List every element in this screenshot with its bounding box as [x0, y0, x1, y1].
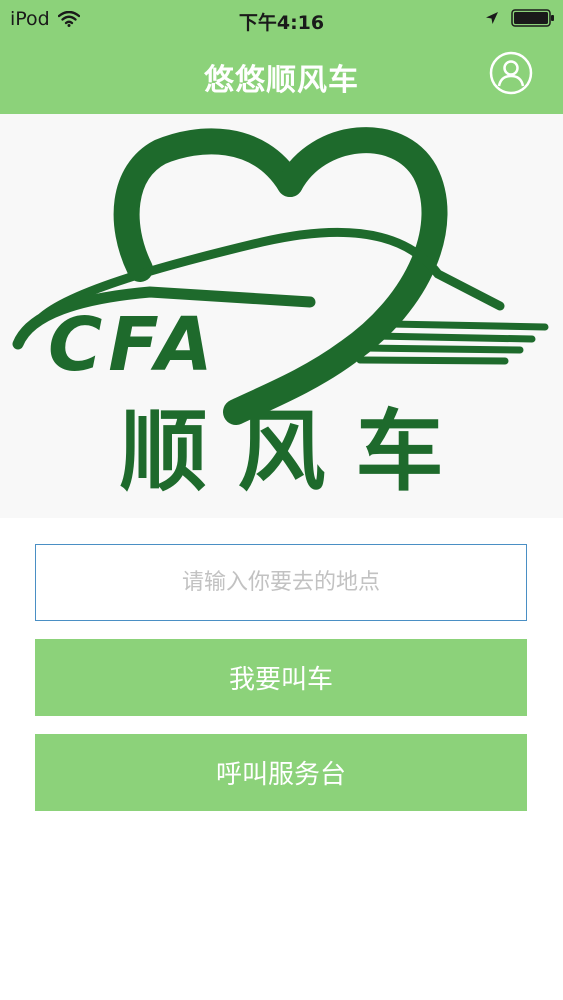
destination-input[interactable]: [35, 544, 527, 621]
location-arrow-icon: [486, 12, 498, 24]
status-time: 下午4:16: [238, 12, 325, 34]
call-service-button[interactable]: 呼叫服务台: [35, 734, 527, 811]
status-right: [485, 9, 555, 27]
nav-bar: 悠悠顺风车: [0, 38, 563, 114]
logo-caption: 顺风车: [119, 400, 474, 503]
status-bar: iPod 下午4:16: [0, 0, 563, 38]
banner: CFA 顺风车: [0, 114, 563, 518]
profile-button[interactable]: [489, 51, 533, 95]
call-car-button[interactable]: 我要叫车: [35, 639, 527, 716]
battery-icon: [511, 9, 554, 27]
logo-text: CFA: [48, 302, 219, 388]
page-title: 悠悠顺风车: [204, 63, 359, 98]
user-profile-icon: [489, 51, 533, 95]
